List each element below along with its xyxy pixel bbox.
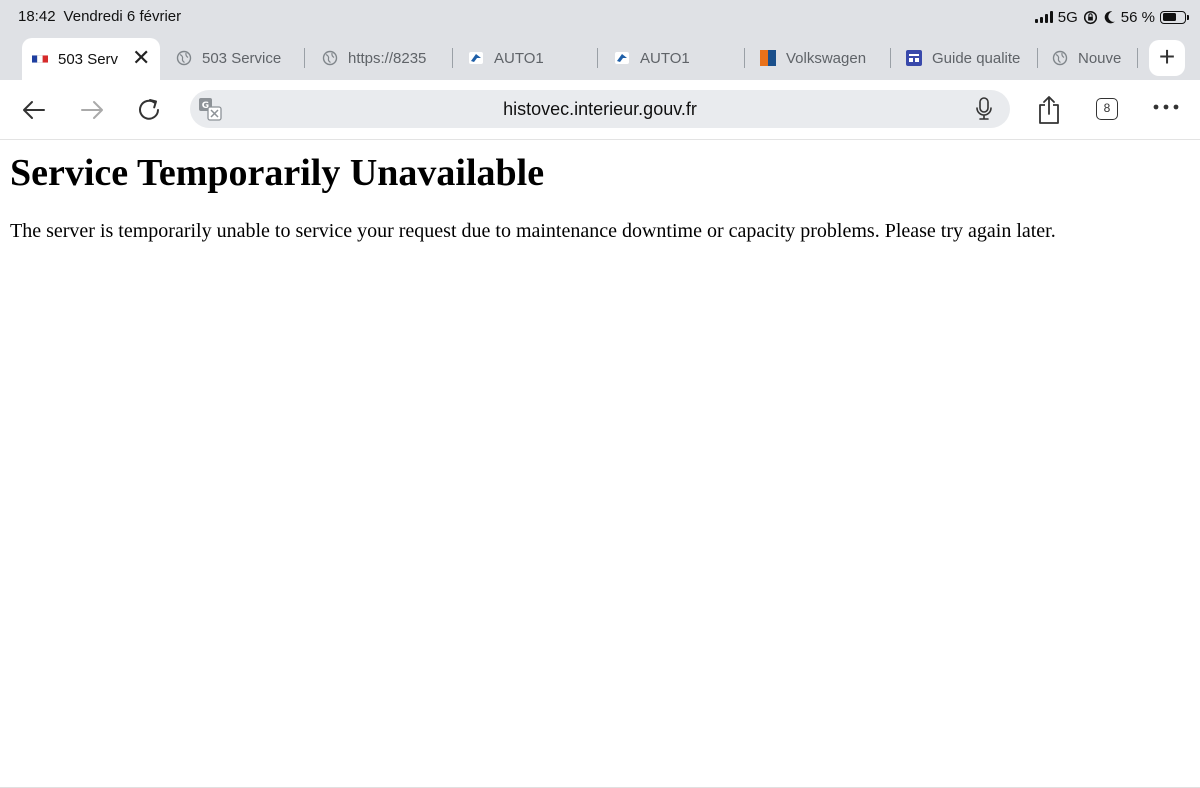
tab-label: https://8235 [348,49,427,67]
status-time: 18:42 Vendredi 6 février [18,8,181,25]
new-tab-button[interactable]: + [1149,40,1185,76]
share-icon[interactable] [1036,94,1062,126]
microphone-icon[interactable] [972,96,996,122]
tab-label: Volkswagen [786,49,867,67]
reload-icon[interactable] [136,96,164,124]
cellular-signal-icon [1034,11,1053,23]
moon-icon [1104,10,1115,23]
address-bar[interactable]: G histovec.interieur.gouv.fr [190,90,1010,128]
tab-separator [1137,48,1138,68]
orientation-lock-icon [1083,10,1097,24]
auto1-logo-icon [468,50,484,66]
battery-percent: 56 % [1120,8,1155,26]
tab-label: 503 Serv [58,50,119,68]
globe-icon [176,50,192,66]
tab-label: AUTO1 [640,49,690,67]
network-type: 5G [1057,8,1078,26]
tab-separator [452,48,453,68]
tab-nouvel-onglet[interactable]: Nouve [1052,38,1126,78]
guide-favicon [906,50,922,66]
french-flag-icon [32,51,48,67]
globe-icon [1052,50,1068,66]
tab-separator [890,48,891,68]
close-tab-icon[interactable]: ✕ [132,47,150,69]
url-text: histovec.interieur.gouv.fr [503,99,697,119]
tab-https-8235[interactable]: https://8235 [322,38,440,78]
forward-arrow-icon[interactable] [78,96,106,124]
back-arrow-icon[interactable] [20,96,48,124]
tab-auto1-first[interactable]: AUTO1 [468,38,578,78]
status-indicators: 5G 56 % [1034,7,1189,27]
tab-guide-qualite[interactable]: Guide qualite [906,38,1022,78]
battery-icon [1160,10,1189,24]
tab-label: Nouve [1078,49,1122,67]
tab-separator [1037,48,1038,68]
tab-label: Guide qualite [932,49,1020,67]
tab-label: AUTO1 [494,49,544,67]
tab-volkswagen[interactable]: Volkswagen [760,38,874,78]
tab-503-service[interactable]: 503 Service [176,38,292,78]
toolbar: G histovec.interieur.gouv.fr 8 [0,80,1200,140]
tab-separator [744,48,745,68]
tab-auto1-second[interactable]: AUTO1 [614,38,724,78]
more-options-icon[interactable] [1152,102,1180,112]
tab-503-active[interactable]: 503 Serv ✕ [22,38,160,80]
volkswagen-favicon [760,50,776,66]
tab-label: 503 Service [202,49,282,67]
page-heading: Service Temporarily Unavailable [10,152,545,194]
clock: 18:42 [18,8,56,25]
browser-chrome: 18:42 Vendredi 6 février 5G 56 % 503 Serv… [0,0,1200,140]
tab-separator [597,48,598,68]
auto1-logo-icon [614,50,630,66]
status-date: Vendredi 6 février [63,8,182,25]
page-content: Service Temporarily Unavailable The serv… [10,150,1190,244]
tab-separator [304,48,305,68]
error-message: The server is temporarily unable to serv… [10,220,1056,242]
tab-count-button[interactable]: 8 [1096,98,1118,120]
globe-icon [322,50,338,66]
